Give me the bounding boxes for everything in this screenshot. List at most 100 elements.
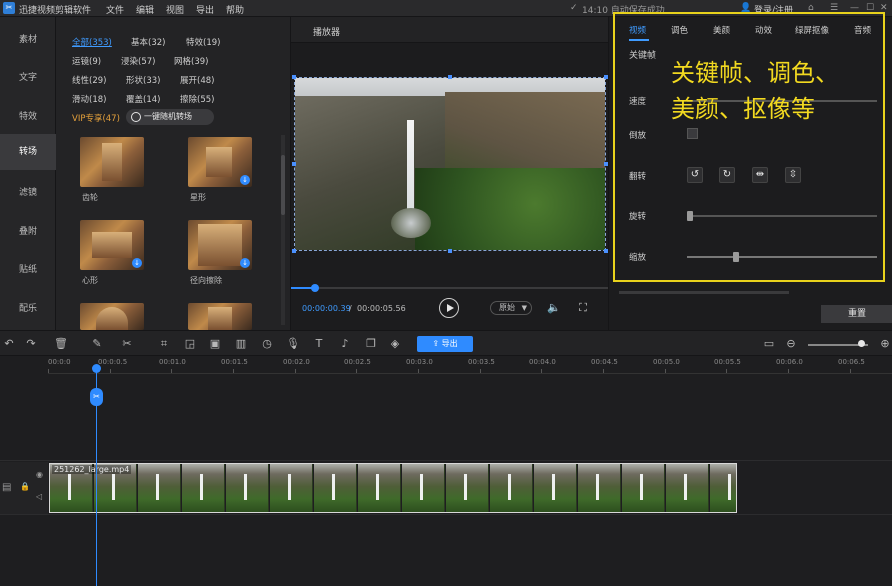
text-icon[interactable]: T [312, 337, 326, 351]
crop-icon[interactable]: ⌗ [157, 337, 171, 351]
thumb-label: 径向擦除 [190, 276, 222, 285]
chevron-down-icon: ▼ [521, 304, 527, 312]
check-icon: ✓ [570, 3, 578, 13]
detach-audio-icon[interactable]: ♪ [338, 337, 352, 351]
sidebar-item-media[interactable]: 素材 [0, 32, 56, 45]
redo-icon[interactable]: ↷ [24, 337, 38, 351]
download-icon[interactable]: ↓ [240, 258, 250, 268]
category-slide[interactable]: 滑动(18) [72, 93, 106, 105]
category-dissolve[interactable]: 浸染(57) [121, 55, 155, 67]
ruler-label: 00:01.5 [221, 358, 248, 366]
zoom-knob[interactable] [858, 340, 865, 347]
export-label: 导出 [441, 339, 458, 348]
play-icon [447, 304, 454, 312]
category-camera[interactable]: 运镜(9) [72, 55, 101, 67]
menu-view[interactable]: 视图 [166, 3, 184, 16]
random-transition-button[interactable]: 一键随机转场 [126, 109, 214, 125]
left-sidebar: 素材 文字 特效 转场 滤镜 叠附 贴纸 配乐 [0, 17, 56, 330]
zoom-out-icon[interactable]: ⊖ [784, 337, 798, 351]
resize-handle[interactable] [292, 249, 296, 253]
mute-icon[interactable]: ◁ [36, 492, 42, 501]
split-icon[interactable]: ✂ [120, 337, 134, 351]
play-button[interactable] [439, 298, 459, 318]
sidebar-item-text[interactable]: 文字 [0, 70, 56, 83]
category-special[interactable]: 特效(19) [186, 36, 220, 48]
volume-icon[interactable]: 🔈 [547, 301, 561, 315]
transition-thumb-radial-wipe[interactable]: ↓ [188, 220, 252, 270]
resize-icon[interactable]: ◲ [183, 337, 197, 351]
aspect-ratio-value: 原始 [499, 303, 515, 312]
player-header: 播放器 [291, 17, 609, 43]
properties-scrollbar[interactable] [619, 291, 789, 294]
current-time: 00:00:00.39 [302, 304, 351, 313]
transition-thumb-star[interactable]: ↓ [188, 137, 252, 187]
aspect-ratio-select[interactable]: 原始 ▼ [490, 301, 532, 315]
fit-icon[interactable]: ▭ [762, 337, 776, 351]
transition-thumb[interactable] [188, 303, 252, 330]
edit-icon[interactable]: ✎ [90, 337, 104, 351]
keyframe-icon[interactable]: ◈ [388, 337, 402, 351]
playback-progress[interactable] [291, 284, 609, 292]
audio-wave-icon[interactable]: ▥ [234, 337, 248, 351]
sidebar-item-transitions[interactable]: 转场 [0, 134, 56, 170]
category-linear[interactable]: 线性(29) [72, 74, 106, 86]
random-icon [131, 112, 141, 122]
menu-edit[interactable]: 编辑 [136, 3, 154, 16]
category-basic[interactable]: 基本(32) [131, 36, 165, 48]
microphone-icon[interactable]: 🎙 [286, 337, 300, 351]
resize-handle[interactable] [448, 75, 452, 79]
download-icon[interactable]: ↓ [132, 258, 142, 268]
ruler-label: 00:04.5 [591, 358, 618, 366]
transition-thumb-heart[interactable]: ↓ [80, 220, 144, 270]
resize-handle[interactable] [448, 249, 452, 253]
resize-handle[interactable] [292, 75, 296, 79]
undo-icon[interactable]: ↶ [2, 337, 16, 351]
category-all[interactable]: 全部(353) [72, 36, 112, 48]
ruler-label: 00:03.0 [406, 358, 433, 366]
resize-handle[interactable] [292, 162, 296, 166]
category-unfold[interactable]: 展开(48) [180, 74, 214, 86]
delete-icon[interactable]: 🗑 [54, 337, 68, 351]
library-scrollbar[interactable] [281, 135, 285, 325]
ruler-label: 00:05.0 [653, 358, 680, 366]
sidebar-item-overlay[interactable]: 叠附 [0, 224, 56, 237]
ruler-label: 00:0:0.5 [98, 358, 128, 366]
download-icon[interactable]: ↓ [240, 175, 250, 185]
playhead-handle[interactable] [92, 364, 101, 373]
visibility-icon[interactable]: ◉ [36, 470, 43, 479]
progress-knob[interactable] [311, 284, 319, 292]
category-wipe[interactable]: 擦除(55) [180, 93, 214, 105]
track-divider [0, 460, 892, 461]
category-grid[interactable]: 网格(39) [174, 55, 208, 67]
fullscreen-icon[interactable]: ⛶ [576, 301, 590, 315]
export-button[interactable]: ⇪ 导出 [417, 336, 473, 352]
category-cover[interactable]: 覆盖(14) [126, 93, 160, 105]
video-clip[interactable]: 251262_large.mp4 [49, 463, 737, 513]
video-preview[interactable] [294, 77, 606, 251]
sidebar-item-filters[interactable]: 滤镜 [0, 185, 56, 198]
category-vip[interactable]: VIP专享(47) [72, 112, 120, 124]
category-shape[interactable]: 形状(33) [126, 74, 160, 86]
menu-help[interactable]: 帮助 [226, 3, 244, 16]
zoom-in-icon[interactable]: ⊕ [878, 337, 892, 351]
split-marker-icon[interactable]: ✂ [90, 388, 103, 406]
ruler-label: 00:06.5 [838, 358, 865, 366]
sidebar-item-stickers[interactable]: 贴纸 [0, 262, 56, 275]
clip-name: 251262_large.mp4 [52, 465, 132, 474]
transition-thumb-gear[interactable] [80, 137, 144, 187]
export-icon: ⇪ [432, 339, 442, 348]
timeline-ruler[interactable]: 00:0:0 00:0:0.5 00:01.0 00:01.5 00:02.0 … [48, 356, 892, 374]
sidebar-item-effects[interactable]: 特效 [0, 109, 56, 122]
transition-thumb[interactable] [80, 303, 144, 330]
speed-icon[interactable]: ◷ [260, 337, 274, 351]
app-name: 迅捷视频剪辑软件 [19, 6, 92, 16]
menu-file[interactable]: 文件 [106, 3, 124, 16]
transition-library: 全部(353) 基本(32) 特效(19) 运镜(9) 浸染(57) 网格(39… [56, 17, 290, 330]
reset-button[interactable]: 重置 [821, 305, 892, 323]
copy-icon[interactable]: ❐ [364, 337, 378, 351]
mosaic-icon[interactable]: ▣ [208, 337, 222, 351]
sidebar-item-music[interactable]: 配乐 [0, 301, 56, 314]
lock-icon[interactable]: 🔒 [20, 482, 30, 491]
menu-export[interactable]: 导出 [196, 3, 214, 16]
ruler-label: 00:0:0 [48, 358, 71, 366]
